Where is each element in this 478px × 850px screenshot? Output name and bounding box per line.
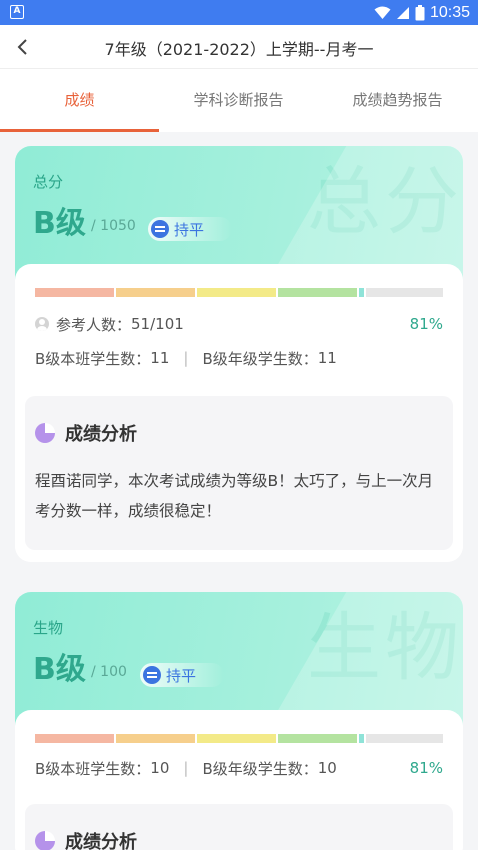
tab-label: 成绩趋势报告 <box>352 91 443 109</box>
biology-score-card[interactable]: 生物 生物 B级 / 100 持平 B级本班学生数： 10 | B级年级学生数：… <box>15 592 463 850</box>
trend-label: 持平 <box>166 666 197 685</box>
segment-c <box>197 288 276 297</box>
participants-row: 参考人数： 51/101 81% <box>35 312 443 336</box>
trend-badge: 持平 <box>140 663 225 687</box>
grade-level: B级 <box>33 206 86 241</box>
card-body: 参考人数： 51/101 81% B级本班学生数： 11 | B级年级学生数： … <box>15 264 463 562</box>
class-count-label: B级本班学生数： <box>35 349 151 368</box>
analysis-box: 成绩分析 <box>25 804 453 850</box>
student-count-row: B级本班学生数： 10 | B级年级学生数： 10 81% <box>35 756 443 780</box>
grade-count-value: 10 <box>317 759 337 777</box>
active-tab-indicator <box>0 129 159 132</box>
percent-value: 81% <box>409 759 443 777</box>
analysis-text: 程酉诺同学，本次考试成绩为等级B！太巧了，与上一次月考分数一样，成绩很稳定！ <box>35 472 434 520</box>
pie-chart-icon <box>35 831 55 850</box>
segment-d <box>278 734 357 743</box>
subject-watermark: 生物 <box>307 605 463 691</box>
subject-name: 生物 <box>33 619 64 637</box>
trend-badge: 持平 <box>148 217 233 241</box>
equal-icon <box>151 220 169 238</box>
grade-count-label: B级年级学生数： <box>202 349 318 368</box>
participants-label: 参考人数： <box>56 315 132 334</box>
subject-name: 总分 <box>33 173 64 191</box>
wifi-icon <box>374 6 391 19</box>
equal-icon <box>143 666 161 684</box>
tab-label: 学科诊断报告 <box>193 91 284 109</box>
analysis-header: 成绩分析 <box>35 420 137 446</box>
segment-c <box>197 734 276 743</box>
segment-a <box>35 734 114 743</box>
segment-marker <box>359 288 364 297</box>
student-count-row: B级本班学生数： 11 | B级年级学生数： 11 <box>35 346 443 370</box>
segment-rest <box>366 288 443 297</box>
analysis-header: 成绩分析 <box>35 828 137 850</box>
segment-d <box>278 288 357 297</box>
grade-count-label: B级年级学生数： <box>202 759 318 778</box>
separator: | <box>183 759 189 777</box>
pie-chart-icon <box>35 423 55 443</box>
segment-b <box>116 288 195 297</box>
segment-marker <box>359 734 364 743</box>
tab-score-trend[interactable]: 成绩趋势报告 <box>318 69 477 132</box>
class-count-value: 11 <box>150 349 170 367</box>
trend-label: 持平 <box>174 220 205 239</box>
analysis-box: 成绩分析 程酉诺同学，本次考试成绩为等级B！太巧了，与上一次月考分数一样，成绩很… <box>25 396 453 550</box>
participants-value: 51/101 <box>131 315 184 333</box>
segment-b <box>116 734 195 743</box>
battery-icon <box>415 5 425 21</box>
percent-value: 81% <box>409 315 443 333</box>
clock: 10:35 <box>429 4 470 21</box>
tab-scores[interactable]: 成绩 <box>0 69 159 132</box>
navigation-bar: 7年级（2021-2022）上学期--月考一 <box>0 25 478 69</box>
class-count-label: B级本班学生数： <box>35 759 151 778</box>
person-icon <box>35 317 49 331</box>
full-score: / 1050 <box>91 218 136 234</box>
page-title: 7年级（2021-2022）上学期--月考一 <box>104 40 374 59</box>
grade-distribution-bar <box>35 288 443 297</box>
app-notification-icon: A <box>10 5 24 19</box>
card-body: B级本班学生数： 10 | B级年级学生数： 10 81% 成绩分析 <box>15 710 463 850</box>
full-score: / 100 <box>91 664 127 680</box>
analysis-title: 成绩分析 <box>65 424 137 445</box>
tab-subject-diagnosis[interactable]: 学科诊断报告 <box>159 69 318 132</box>
status-bar: A 10:35 <box>0 0 478 25</box>
segment-rest <box>366 734 443 743</box>
tab-bar: 成绩 学科诊断报告 成绩趋势报告 <box>0 69 478 132</box>
segment-a <box>35 288 114 297</box>
class-count-value: 10 <box>150 759 170 777</box>
analysis-title: 成绩分析 <box>65 832 137 850</box>
grade-level: B级 <box>33 652 86 687</box>
tab-label: 成绩 <box>64 91 95 109</box>
subject-watermark: 总分 <box>307 159 463 245</box>
grade-count-value: 11 <box>317 349 337 367</box>
separator: | <box>183 349 189 367</box>
grade-distribution-bar <box>35 734 443 743</box>
cell-signal-icon <box>396 7 409 19</box>
total-score-card[interactable]: 总分 总分 B级 / 1050 持平 参考人数： 51/101 81% B级本班… <box>15 146 463 562</box>
